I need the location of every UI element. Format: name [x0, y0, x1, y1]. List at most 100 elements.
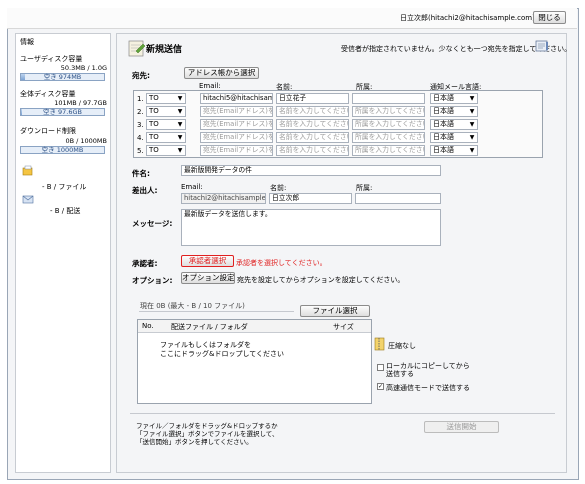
recipient-affiliation-input[interactable]: 所属を入力してください。	[352, 106, 425, 117]
recipient-name-input[interactable]: 名前を入力してください。	[276, 106, 349, 117]
local-copy-label-2: 送信する	[386, 370, 414, 378]
compression-label: 圧縮なし	[388, 342, 416, 350]
recipient-name-input[interactable]: 名前を入力してください。	[276, 145, 349, 156]
total-disk-label: 全体ディスク容量	[20, 90, 76, 98]
user-disk-bar: 空き 974MB	[20, 73, 105, 81]
recipient-type-select[interactable]: TO ▼	[146, 106, 186, 117]
email-column-header: Email:	[199, 82, 221, 90]
address-book-icon[interactable]	[535, 40, 549, 52]
download-limit-value: 0B / 1000MB	[65, 137, 107, 145]
user-disk-label: ユーザディスク容量	[20, 55, 83, 63]
recipient-type-select[interactable]: TO ▼	[146, 145, 186, 156]
chevron-down-icon: ▼	[469, 108, 475, 115]
row-number: 3.	[137, 121, 144, 129]
sender-name-input[interactable]: 日立次郎	[269, 193, 352, 204]
top-bar: 日立次郎(hitachi2@hitachisample.com) 閉じる	[7, 8, 577, 29]
option-settings-button[interactable]: オプション設定	[181, 272, 235, 284]
compression-icon	[374, 337, 386, 351]
notification-language-select[interactable]: 日本語 ▼	[430, 119, 478, 130]
drop-hint-line-2: ここにドラッグ&ドロップしてください	[160, 350, 285, 358]
notification-language-select[interactable]: 日本語 ▼	[430, 106, 478, 117]
notification-language-select[interactable]: 日本語 ▼	[430, 93, 478, 104]
file-progress-line	[139, 311, 294, 312]
notification-language-select[interactable]: 日本語 ▼	[430, 132, 478, 143]
recipient-email-input[interactable]: 宛先(Emailアドレス)を入	[200, 119, 273, 130]
approver-label: 承認者:	[132, 259, 158, 268]
row-number: 2.	[137, 108, 144, 116]
sender-affiliation-label: 所属:	[356, 184, 373, 192]
divider	[130, 413, 555, 414]
total-disk-free: 空き 97.6GB	[42, 108, 83, 116]
fast-mode-checkbox[interactable]: ✓	[377, 383, 384, 390]
chevron-down-icon: ▼	[177, 95, 183, 102]
chevron-down-icon: ▼	[469, 121, 475, 128]
sender-email-field: hitachi2@hitachisample.com	[181, 193, 266, 204]
close-button[interactable]: 閉じる	[533, 11, 566, 24]
sender-email-label: Email:	[181, 183, 203, 191]
page-title: 新規送信	[146, 45, 183, 55]
recipient-email-input[interactable]: 宛先(Emailアドレス)を入	[200, 132, 273, 143]
chevron-down-icon: ▼	[469, 134, 475, 141]
delivery-icon	[22, 194, 34, 205]
subject-label: 件名:	[132, 169, 150, 178]
file-drop-area[interactable]: No. 配送ファイル / フォルダ サイズ ファイルもしくはフォルダを ここにド…	[137, 319, 372, 404]
recipient-name-input[interactable]: 日立花子	[276, 93, 349, 104]
subject-input[interactable]: 最新版開発データの件	[181, 165, 441, 176]
user-disk-free: 空き 974MB	[43, 73, 82, 81]
sender-label: 差出人:	[132, 186, 158, 195]
file-list-header: No. 配送ファイル / フォルダ サイズ	[138, 320, 371, 333]
message-label: メッセージ:	[132, 219, 173, 228]
to-label: 宛先:	[132, 71, 150, 80]
recipient-affiliation-input[interactable]: 所属を入力してください。	[352, 132, 425, 143]
new-send-icon	[128, 39, 146, 59]
info-sidebar: 情報 ユーザディスク容量 50.3MB / 1.0G 空き 974MB 全体ディ…	[15, 33, 111, 473]
chevron-down-icon: ▼	[177, 108, 183, 115]
download-limit-bar: 空き 1000MB	[20, 146, 105, 154]
message-textarea[interactable]: 最新版データを送信します。	[181, 209, 441, 246]
recipient-affiliation-input[interactable]: 所属を入力してください。	[352, 119, 425, 130]
chevron-down-icon: ▼	[469, 147, 475, 154]
file-name-header: 配送ファイル / フォルダ	[171, 323, 248, 331]
recipient-email-input[interactable]: 宛先(Emailアドレス)を入	[200, 106, 273, 117]
checkmark-icon: ✓	[378, 383, 384, 390]
row-number: 4.	[137, 134, 144, 142]
chevron-down-icon: ▼	[177, 121, 183, 128]
approver-warning: 承認者を選択してください。	[236, 259, 327, 267]
file-size-per-file: - B / ファイル	[42, 183, 87, 191]
user-info: 日立次郎(hitachi2@hitachisample.com)	[400, 14, 535, 22]
recipient-affiliation-input[interactable]	[352, 93, 425, 104]
chevron-down-icon: ▼	[469, 95, 475, 102]
local-copy-checkbox[interactable]	[377, 364, 384, 371]
file-status: 現在 0B (最大 - B / 10 ファイル)	[140, 302, 245, 310]
help-line-3: 「送信開始」ボタンを押してください。	[136, 438, 253, 446]
total-disk-bar: 空き 97.6GB	[20, 108, 105, 116]
recipient-type-select[interactable]: TO ▼	[146, 132, 186, 143]
user-disk-value: 50.3MB / 1.0G	[60, 64, 107, 72]
file-icon	[22, 165, 34, 176]
total-disk-value: 101MB / 97.7GB	[54, 99, 107, 107]
chevron-down-icon: ▼	[177, 134, 183, 141]
download-limit-label: ダウンロード制限	[20, 127, 76, 135]
send-start-button[interactable]: 送信開始	[424, 421, 499, 433]
size-per-delivery: - B / 配送	[50, 207, 81, 215]
approver-select-button[interactable]: 承認者選択	[181, 255, 234, 267]
download-limit-free: 空き 1000MB	[41, 146, 84, 154]
option-label: オプション:	[132, 276, 173, 285]
fast-mode-label: 高速通信モードで送信する	[386, 384, 470, 392]
file-no-header: No.	[142, 322, 154, 330]
option-note: 宛先を設定してからオプションを設定してください。	[237, 276, 405, 284]
sender-name-label: 名前:	[270, 184, 287, 192]
recipient-email-input[interactable]: 宛先(Emailアドレス)を入	[200, 145, 273, 156]
recipient-type-select[interactable]: TO ▼	[146, 93, 186, 104]
sender-affiliation-input[interactable]	[355, 193, 441, 204]
recipient-name-input[interactable]: 名前を入力してください。	[276, 132, 349, 143]
file-select-button[interactable]: ファイル選択	[300, 305, 370, 317]
chevron-down-icon: ▼	[177, 147, 183, 154]
recipient-affiliation-input[interactable]: 所属を入力してください。	[352, 145, 425, 156]
recipient-email-input[interactable]: hitachi5@hitachisample	[200, 93, 273, 104]
file-size-header: サイズ	[333, 323, 354, 331]
address-book-button[interactable]: アドレス帳から選択	[184, 67, 259, 79]
recipient-name-input[interactable]: 名前を入力してください。	[276, 119, 349, 130]
recipient-type-select[interactable]: TO ▼	[146, 119, 186, 130]
notification-language-select[interactable]: 日本語 ▼	[430, 145, 478, 156]
